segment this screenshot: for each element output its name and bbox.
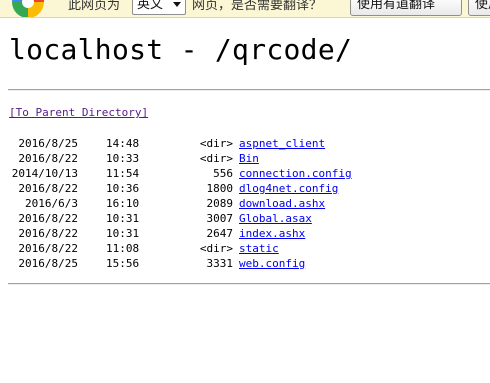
- entry-time: 10:31: [106, 212, 140, 225]
- entry-size: 2647: [206, 227, 234, 240]
- entry-link[interactable]: web.config: [239, 256, 305, 271]
- entry-time: 11:54: [106, 167, 140, 180]
- entry-date: 2016/8/22: [18, 242, 78, 255]
- listing-row: 2016/6/3 16:10 2089 download.ashx: [0, 196, 490, 211]
- entry-date: 2016/8/22: [18, 182, 78, 195]
- translate-prompt-prefix: 此网页为: [68, 0, 121, 13]
- entry-time: 10:33: [106, 152, 140, 165]
- entry-time: 14:48: [106, 137, 140, 150]
- listing-row: 2016/8/25 15:56 3331 web.config: [0, 256, 490, 271]
- entry-time: 10:36: [106, 182, 140, 195]
- entry-size: 3331: [206, 257, 234, 270]
- translate-button[interactable]: 使用有道翻译: [350, 0, 462, 16]
- entry-link[interactable]: connection.config: [239, 166, 352, 181]
- entry-time: 10:31: [106, 227, 140, 240]
- language-select[interactable]: 英文: [132, 0, 186, 15]
- entry-time: 15:56: [106, 257, 140, 270]
- entry-size: 3007: [206, 212, 234, 225]
- entry-date: 2016/8/22: [18, 152, 78, 165]
- entry-time: 11:08: [106, 242, 140, 255]
- directory-listing: 2016/8/25 14:48 <dir> aspnet_client 2016…: [0, 136, 490, 271]
- entry-link[interactable]: static: [239, 241, 279, 256]
- listing-row: 2016/8/22 10:31 3007 Global.asax: [0, 211, 490, 226]
- translate-bar: 此网页为 英文 网页，是否需要翻译？ 使用有道翻译 使用: [0, 0, 490, 18]
- entry-date: 2014/10/13: [11, 167, 78, 180]
- entry-size: <dir>: [199, 137, 233, 150]
- listing-row: 2016/8/22 10:36 1800 dlog4net.config: [0, 181, 490, 196]
- page-title: localhost - /qrcode/: [9, 33, 353, 66]
- entry-link[interactable]: Global.asax: [239, 211, 312, 226]
- chevron-down-icon: [173, 2, 181, 7]
- entry-date: 2016/8/25: [18, 137, 78, 150]
- entry-link[interactable]: Bin: [239, 151, 259, 166]
- listing-row: 2014/10/13 11:54 556 connection.config: [0, 166, 490, 181]
- translate-prompt-suffix: 网页，是否需要翻译？: [192, 0, 323, 13]
- entry-date: 2016/8/22: [18, 212, 78, 225]
- listing-row: 2016/8/22 10:31 2647 index.ashx: [0, 226, 490, 241]
- entry-size: <dir>: [199, 152, 233, 165]
- parent-directory-link[interactable]: [To Parent Directory]: [9, 106, 148, 120]
- entry-date: 2016/6/3: [25, 197, 78, 210]
- entry-time: 16:10: [106, 197, 140, 210]
- listing-row: 2016/8/25 14:48 <dir> aspnet_client: [0, 136, 490, 151]
- entry-link[interactable]: aspnet_client: [239, 136, 325, 151]
- entry-date: 2016/8/25: [18, 257, 78, 270]
- listing-row: 2016/8/22 10:33 <dir> Bin: [0, 151, 490, 166]
- entry-size: <dir>: [199, 242, 233, 255]
- divider-top: [8, 89, 490, 91]
- translate-options-button[interactable]: 使用: [468, 0, 490, 16]
- entry-size: 1800: [206, 182, 234, 195]
- divider-bottom: [8, 283, 490, 285]
- listing-row: 2016/8/22 11:08 <dir> static: [0, 241, 490, 256]
- entry-size: 556: [213, 167, 233, 180]
- entry-link[interactable]: download.ashx: [239, 196, 325, 211]
- entry-link[interactable]: index.ashx: [239, 226, 305, 241]
- entry-date: 2016/8/22: [18, 227, 78, 240]
- language-select-value: 英文: [137, 0, 164, 12]
- entry-link[interactable]: dlog4net.config: [239, 181, 338, 196]
- youdao-logo-icon: [12, 0, 44, 17]
- entry-size: 2089: [206, 197, 234, 210]
